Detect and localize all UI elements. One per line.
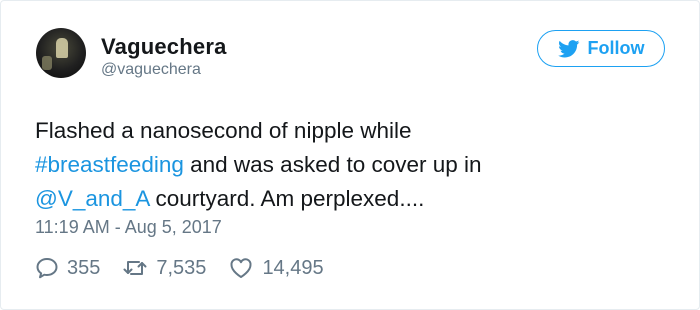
- like-button[interactable]: 14,495: [228, 256, 324, 280]
- author-handle[interactable]: @vaguechera: [101, 61, 201, 79]
- avatar[interactable]: [36, 28, 86, 78]
- avatar-figure: [56, 38, 68, 58]
- reply-count: 355: [67, 256, 101, 279]
- tweet-line-3: @V_and_A courtyard. Am perplexed....: [35, 182, 655, 216]
- retweet-icon: [123, 261, 147, 275]
- retweet-button[interactable]: 7,535: [122, 257, 206, 280]
- tweet-line-2-text: and was asked to cover up in: [183, 152, 482, 177]
- avatar-light: [42, 56, 52, 70]
- timestamp[interactable]: 11:19 AM - Aug 5, 2017: [35, 217, 222, 238]
- tweet-line-3-text: courtyard. Am perplexed....: [149, 186, 425, 211]
- like-count: 14,495: [262, 256, 324, 279]
- mention-link[interactable]: @V_and_A: [35, 186, 149, 211]
- author-name[interactable]: Vaguechera: [101, 34, 227, 60]
- action-bar: 355 7,535 14,495: [35, 255, 346, 281]
- hashtag-link[interactable]: #breastfeeding: [35, 152, 184, 177]
- tweet-card: Vaguechera @vaguechera Follow Flashed a …: [0, 0, 700, 310]
- tweet-text: Flashed a nanosecond of nipple while #br…: [35, 114, 655, 216]
- heart-icon: [230, 258, 252, 278]
- tweet-line-1: Flashed a nanosecond of nipple while: [35, 118, 412, 143]
- reply-icon: [36, 258, 58, 279]
- tweet-line-2: #breastfeeding and was asked to cover up…: [35, 148, 655, 182]
- retweet-count: 7,535: [156, 256, 207, 279]
- follow-button[interactable]: Follow: [537, 30, 665, 67]
- reply-button[interactable]: 355: [35, 257, 100, 280]
- follow-label: Follow: [587, 38, 645, 58]
- twitter-bird-icon: [557, 39, 579, 57]
